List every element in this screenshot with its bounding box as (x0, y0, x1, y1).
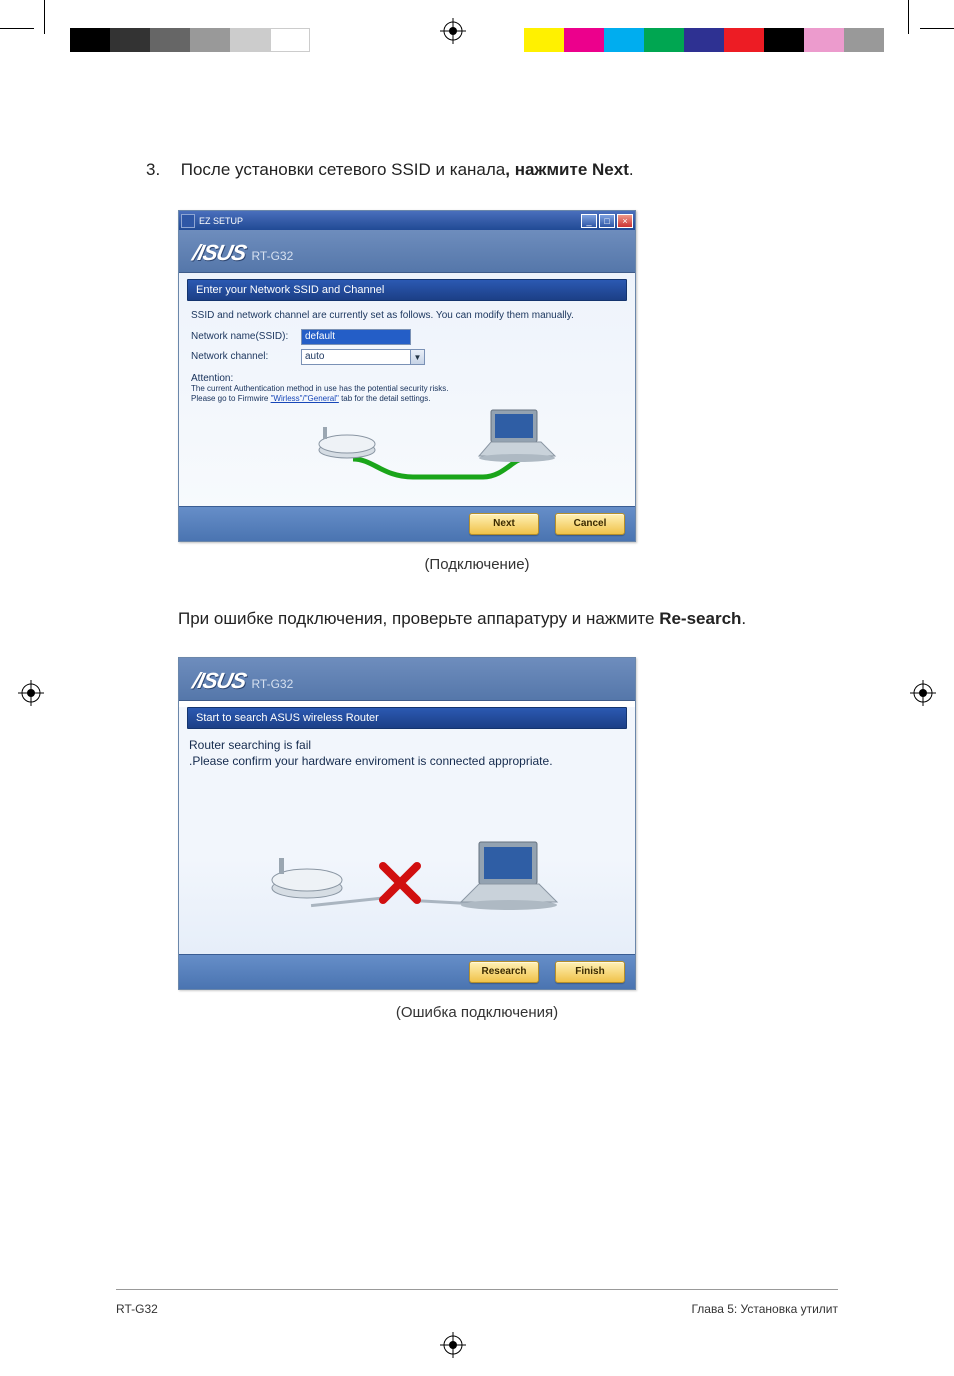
disconnect-diagram (179, 804, 635, 954)
brand-header: /ISUS RT-G32 (179, 658, 635, 701)
cancel-button[interactable]: Cancel (555, 513, 625, 535)
window-titlebar: EZ SETUP _ □ × (179, 211, 635, 230)
section-heading: Enter your Network SSID and Channel (187, 279, 627, 301)
screenshot-ez-setup-window: EZ SETUP _ □ × /ISUS RT-G32 Enter your N… (178, 210, 636, 542)
info-text: SSID and network channel are currently s… (187, 301, 627, 327)
maximize-button[interactable]: □ (599, 214, 615, 228)
footer-chapter: Глава 5: Установка утилит (691, 1302, 838, 1316)
registration-mark-icon (910, 680, 936, 706)
page-content: 3. После установки сетевого SSID и канал… (50, 60, 904, 1316)
connection-diagram (187, 408, 627, 498)
caption-error: (Ошибка подключения) (116, 1004, 838, 1021)
laptop-icon (459, 840, 559, 912)
router-icon (269, 854, 345, 900)
page-footer: RT-G32 Глава 5: Установка утилит (116, 1289, 838, 1316)
error-instruction: При ошибке подключения, проверьте аппара… (178, 609, 838, 629)
screenshot-search-fail: /ISUS RT-G32 Start to search ASUS wirele… (178, 657, 636, 991)
step-number: 3. (146, 160, 176, 180)
fail-message-2: .Please confirm your hardware enviroment… (179, 753, 635, 770)
close-button[interactable]: × (617, 214, 633, 228)
footer-model: RT-G32 (116, 1302, 158, 1316)
next-button[interactable]: Next (469, 513, 539, 535)
attention-heading: Attention: (187, 367, 627, 384)
laptop-icon (477, 408, 557, 464)
asus-logo-icon: /ISUS (190, 240, 248, 266)
model-label: RT-G32 (251, 249, 293, 263)
fail-message-1: Router searching is fail (179, 729, 635, 754)
channel-label: Network channel: (191, 351, 301, 362)
step-instruction: 3. После установки сетевого SSID и канал… (146, 160, 838, 180)
color-swatches-left (70, 28, 310, 52)
crop-marks-top (0, 0, 954, 54)
app-icon (181, 214, 195, 228)
ssid-input[interactable]: default (301, 329, 411, 345)
registration-mark-icon (440, 1332, 466, 1358)
minimize-button[interactable]: _ (581, 214, 597, 228)
chevron-down-icon: ▼ (411, 349, 425, 365)
finish-button[interactable]: Finish (555, 961, 625, 983)
x-mark-icon (377, 860, 423, 906)
attention-line2: Please go to Firmwire "Wirless"/"General… (187, 394, 627, 404)
window-title: EZ SETUP (199, 216, 243, 226)
ssid-label: Network name(SSID): (191, 331, 301, 342)
brand-header: /ISUS RT-G32 (179, 230, 635, 273)
channel-dropdown[interactable]: auto ▼ (301, 349, 425, 365)
model-label: RT-G32 (251, 677, 293, 691)
registration-mark-icon (18, 680, 44, 706)
button-bar: Next Cancel (179, 506, 635, 541)
attention-line1: The current Authentication method in use… (187, 384, 627, 394)
router-icon (317, 424, 377, 460)
registration-mark-icon (440, 18, 466, 44)
caption-connection: (Подключение) (116, 556, 838, 573)
asus-logo-icon: /ISUS (190, 668, 248, 694)
color-swatches-right (524, 28, 884, 52)
research-button[interactable]: Research (469, 961, 539, 983)
section-heading: Start to search ASUS wireless Router (187, 707, 627, 729)
button-bar: Research Finish (179, 954, 635, 989)
wireless-general-link[interactable]: "Wirless"/"General" (271, 394, 339, 403)
channel-value: auto (301, 349, 411, 365)
